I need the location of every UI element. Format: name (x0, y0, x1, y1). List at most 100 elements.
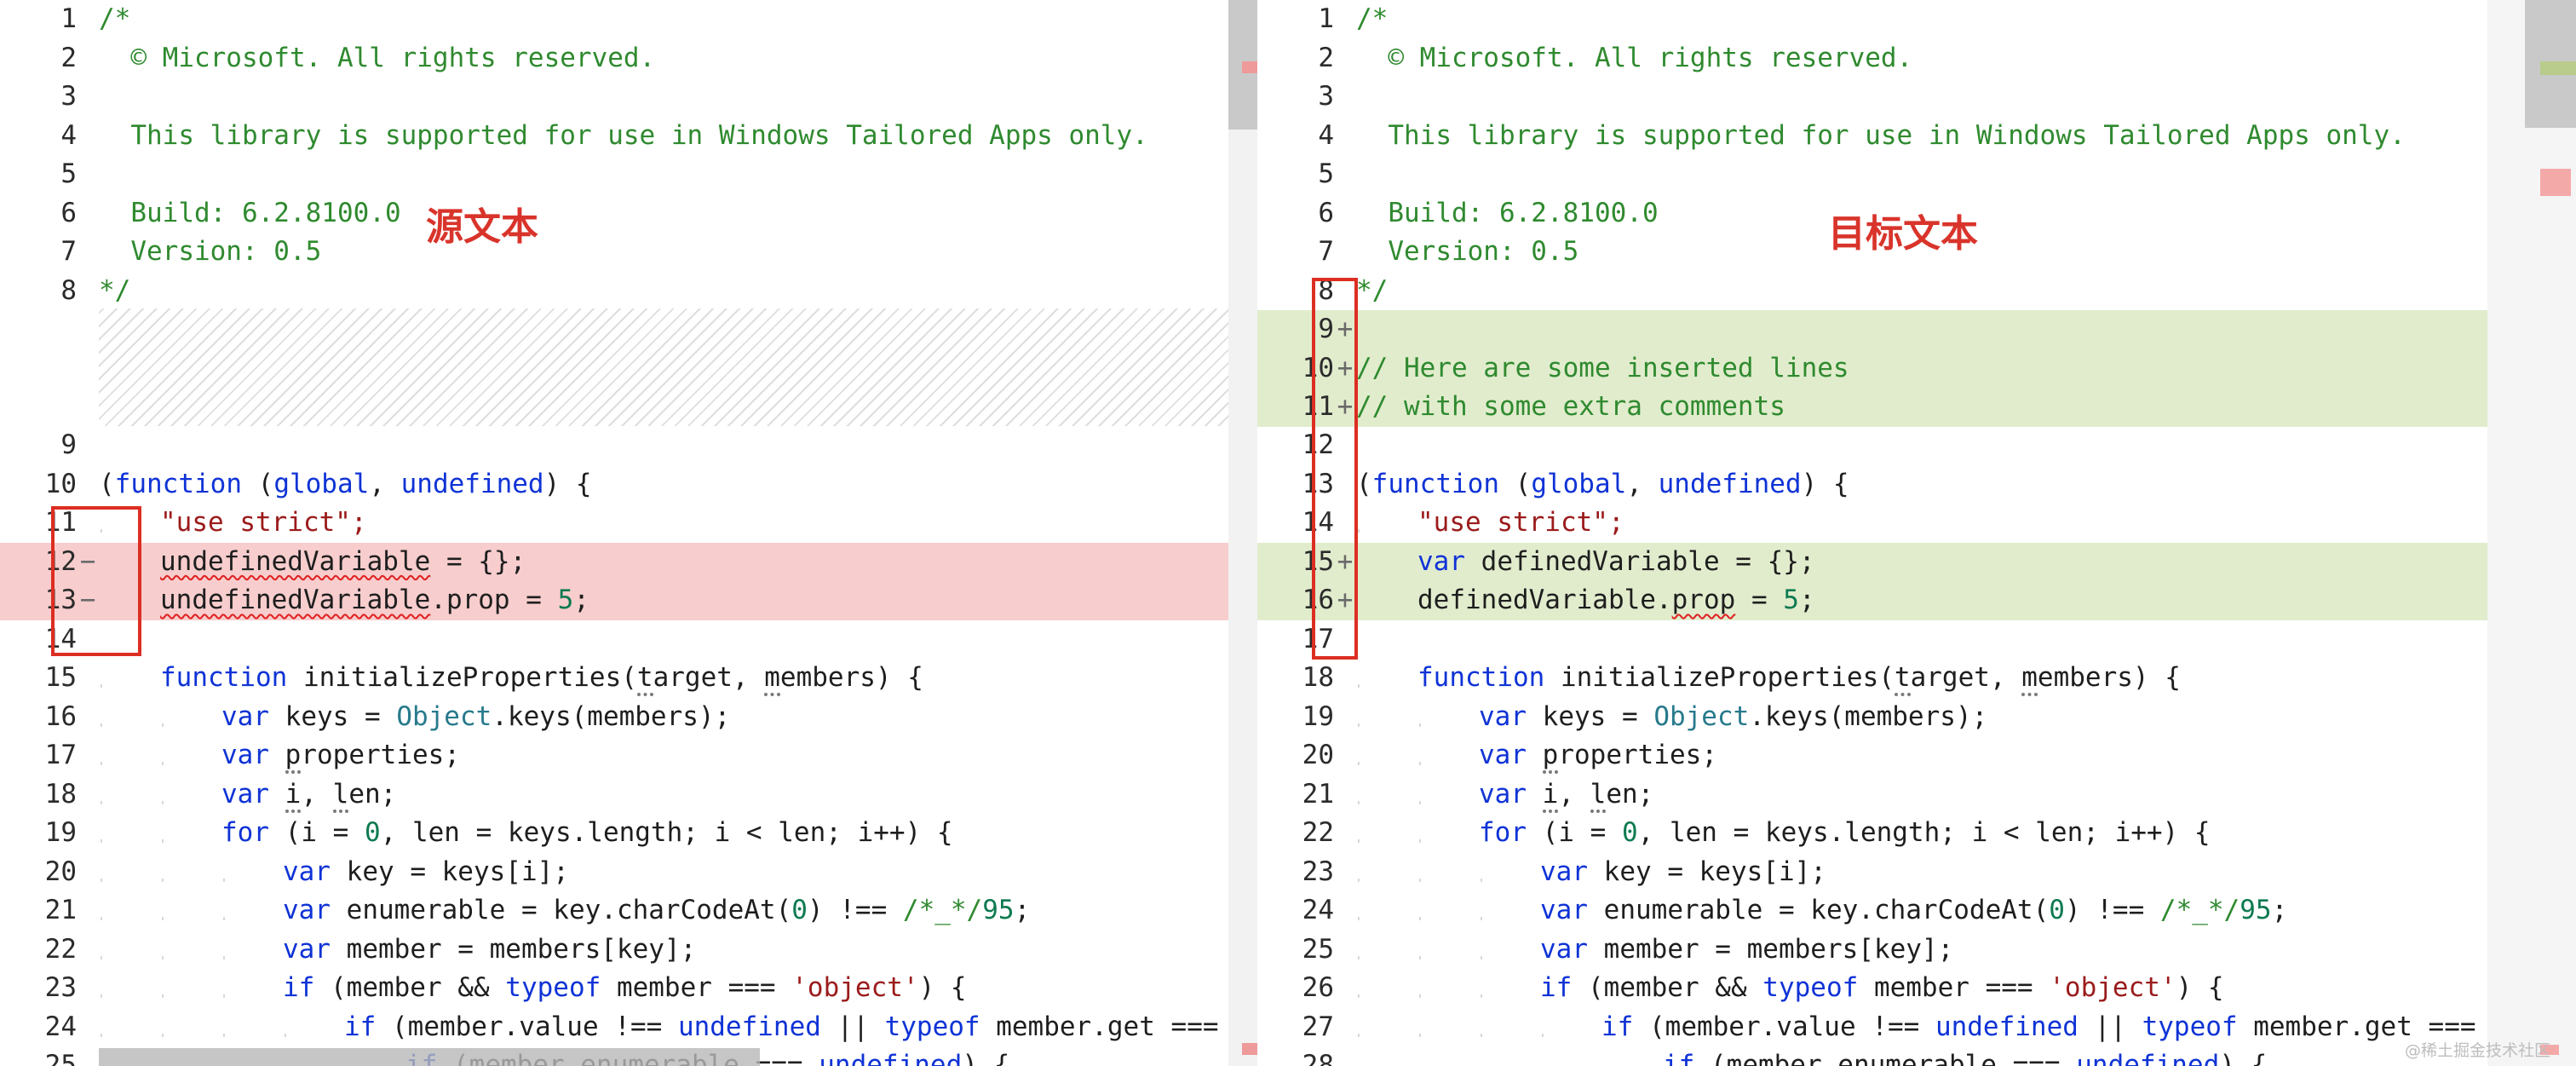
code-text: var keys = Object.keys(members); (101, 700, 731, 732)
code-line[interactable]: 14 "use strict"; (1257, 504, 2576, 543)
code-text: "use strict"; (1358, 507, 1624, 538)
code-line[interactable]: 13 (function (global, undefined) { (1257, 465, 2576, 504)
code-line[interactable]: 22 var member = members[key]; (0, 931, 1257, 970)
target-editor-pane[interactable]: 1 /* 2 © Microsoft. All rights reserved.… (1257, 0, 2576, 1066)
line-number: 1 (1318, 3, 1334, 34)
code-line[interactable]: 27 if (member.value !== undefined || typ… (1257, 1008, 2576, 1047)
diff-marker-highlight-box (1312, 278, 1358, 660)
code-line[interactable]: 4 This library is supported for use in W… (1257, 117, 2576, 156)
code-line[interactable]: 24 if (member.value !== undefined || typ… (0, 1008, 1257, 1047)
code-text: function initializeProperties(target, me… (1356, 659, 2576, 698)
code-line[interactable]: 21 var i, len; (1257, 775, 2576, 815)
source-editor-pane[interactable]: 1 /* 2 © Microsoft. All rights reserved.… (0, 0, 1257, 1066)
source-text-annotation: 源文本 (426, 205, 538, 249)
code-line[interactable]: 5 (1257, 155, 2576, 194)
code-text: if (member && typeof member === 'object'… (101, 972, 967, 1003)
line-number: 18 (44, 778, 77, 810)
code-text: */ (99, 274, 131, 306)
code-line[interactable]: 21 var enumerable = key.charCodeAt(0) !=… (0, 891, 1257, 931)
deleted-line[interactable]: 13 − undefinedVariable.prop = 5; (0, 581, 1257, 620)
code-text: var member = members[key]; (101, 933, 697, 965)
code-text: var member = members[key]; (1358, 933, 1954, 965)
line-number: 10 (44, 468, 77, 499)
code-line[interactable]: 24 var enumerable = key.charCodeAt(0) !=… (1257, 891, 2576, 931)
code-line[interactable]: 18 var i, len; (0, 775, 1257, 815)
diff-marker-highlight-box (51, 506, 141, 656)
code-line[interactable]: 25 var member = members[key]; (1257, 931, 2576, 970)
code-text: © Microsoft. All rights reserved. (1356, 42, 1913, 73)
inserted-line[interactable]: 16 + definedVariable.prop = 5; (1257, 581, 2516, 620)
line-number: 20 (44, 856, 77, 887)
code-line[interactable]: 2 © Microsoft. All rights reserved. (1257, 39, 2576, 78)
code-text: for (i = 0, len = keys.length; i < len; … (101, 817, 953, 848)
code-line[interactable]: 20 var properties; (1257, 736, 2576, 775)
code-line[interactable]: 26 if (member && typeof member === 'obje… (1257, 969, 2576, 1008)
code-text: // Here are some inserted lines (1356, 352, 1849, 383)
vertical-scrollbar[interactable] (2487, 0, 2576, 1066)
line-number: 24 (1302, 895, 1334, 925)
inserted-line[interactable]: 11 + // with some extra comments (1257, 388, 2516, 427)
code-line[interactable]: 2 © Microsoft. All rights reserved. (0, 39, 1257, 78)
code-line[interactable]: 22 for (i = 0, len = keys.length; i < le… (1257, 814, 2576, 853)
line-number: 5 (1318, 158, 1334, 189)
code-text: var enumerable = key.charCodeAt(0) !== /… (101, 895, 1031, 925)
deleted-overview-marker (1242, 61, 1257, 73)
code-line[interactable]: 3 (0, 78, 1257, 117)
code-line[interactable]: 1 /* (0, 0, 1257, 39)
line-number: 23 (1302, 856, 1334, 887)
code-line[interactable]: 17 (1257, 620, 2576, 660)
code-text: var properties; (99, 736, 1257, 775)
code-line[interactable]: 4 This library is supported for use in W… (0, 117, 1257, 156)
code-line[interactable]: 5 (0, 155, 1257, 194)
code-line[interactable]: 3 (1257, 78, 2576, 117)
code-text: This library is supported for use in Win… (99, 119, 1148, 151)
code-line[interactable]: 11 "use strict"; (0, 504, 1257, 543)
inserted-line[interactable]: 9 + (1257, 310, 2516, 349)
code-line[interactable]: 14 (0, 620, 1257, 660)
line-number: 2 (60, 42, 77, 73)
line-number: 7 (1318, 236, 1334, 267)
code-line[interactable]: 8 */ (1257, 272, 2576, 311)
code-text: © Microsoft. All rights reserved. (99, 42, 656, 73)
line-number: 26 (1302, 972, 1334, 1003)
code-line[interactable]: 1 /* (1257, 0, 2576, 39)
code-line[interactable]: 12 (1257, 426, 2576, 465)
line-number: 28 (1302, 1050, 1334, 1066)
code-text: /* (99, 3, 131, 34)
code-text: if (member.value !== undefined || typeof… (1358, 1011, 2539, 1042)
code-line[interactable]: 16 var keys = Object.keys(members); (0, 698, 1257, 737)
code-text: var enumerable = key.charCodeAt(0) !== /… (1358, 895, 2288, 925)
line-number: 3 (60, 81, 77, 112)
line-number: 5 (60, 158, 77, 189)
code-line[interactable]: 15 function initializeProperties(target,… (0, 659, 1257, 698)
code-line[interactable]: 23 var key = keys[i]; (1257, 853, 2576, 892)
line-number: 25 (44, 1050, 77, 1066)
inserted-line[interactable]: 15 + var definedVariable = {}; (1257, 542, 2516, 581)
line-number: 4 (1318, 119, 1334, 151)
code-text: for (i = 0, len = keys.length; i < len; … (1358, 817, 2211, 848)
code-line[interactable]: 7 Version: 0.5 (0, 233, 1257, 272)
code-line[interactable]: 20 var key = keys[i]; (0, 853, 1257, 892)
code-text: var i, len; (1356, 775, 2576, 815)
vertical-scrollbar[interactable] (1228, 0, 1257, 1066)
code-line[interactable]: 9 (0, 426, 1257, 465)
code-line[interactable]: 19 var keys = Object.keys(members); (1257, 698, 2576, 737)
code-text: if (member.value !== undefined || typeof… (101, 1011, 1257, 1042)
code-line[interactable]: 8 */ (0, 272, 1257, 311)
code-line[interactable]: 10 (function (global, undefined) { (0, 465, 1257, 504)
code-line[interactable]: 18 function initializeProperties(target,… (1257, 659, 2576, 698)
code-line[interactable]: 28 if (member.enumerable === undefined) … (1257, 1046, 2576, 1066)
code-text: if (member.enumerable === undefined) { (1663, 1050, 2268, 1066)
line-number: 20 (1302, 740, 1334, 770)
horizontal-scrollbar-thumb[interactable] (99, 1048, 760, 1066)
code-line[interactable]: 17 var properties; (0, 736, 1257, 775)
line-number: 9 (60, 429, 77, 460)
code-text: (function (global, undefined) { (1356, 468, 1849, 499)
deleted-line[interactable]: 12 − undefinedVariable = {}; (0, 542, 1257, 581)
code-text: function initializeProperties(target, me… (99, 659, 1257, 698)
inserted-line[interactable]: 10 + // Here are some inserted lines (1257, 349, 2516, 388)
line-number: 6 (1318, 197, 1334, 228)
code-line[interactable]: 6 Build: 6.2.8100.0 (0, 194, 1257, 233)
code-line[interactable]: 23 if (member && typeof member === 'obje… (0, 969, 1257, 1008)
code-line[interactable]: 19 for (i = 0, len = keys.length; i < le… (0, 814, 1257, 853)
